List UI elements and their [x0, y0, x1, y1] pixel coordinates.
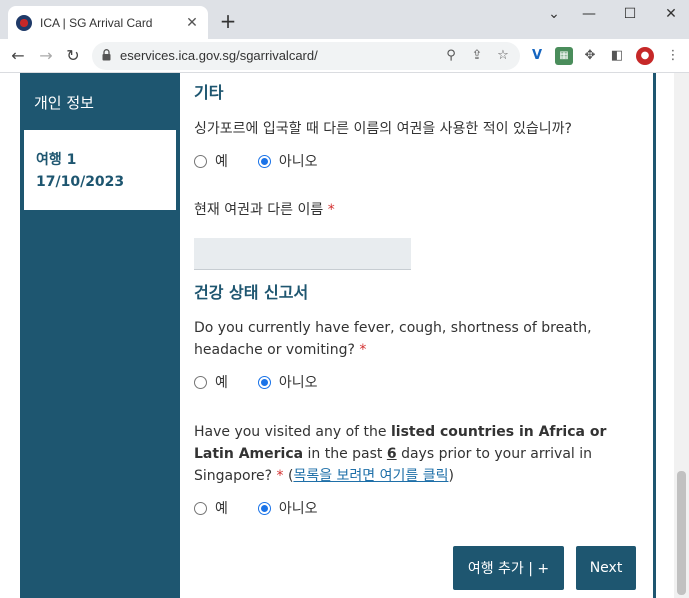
- other-name-label-text: 현재 여권과 다른 이름: [194, 202, 324, 218]
- page: 개인 정보 여행 1 17/10/2023 기타 싱가포르에 입국할 때 다른 …: [0, 73, 689, 598]
- next-button[interactable]: Next: [576, 546, 636, 590]
- health-q2: Have you visited any of the listed count…: [194, 421, 639, 487]
- puzzle-extensions-icon[interactable]: ✥: [581, 47, 599, 65]
- other-name-input[interactable]: [194, 238, 411, 270]
- required-mark: *: [276, 468, 284, 484]
- others-radio-yes-label: 예: [215, 154, 228, 170]
- close-tab-icon[interactable]: ✕: [184, 15, 200, 31]
- profile-avatar-icon[interactable]: ●: [636, 47, 654, 65]
- sheet-extension-icon[interactable]: ▦: [555, 47, 573, 65]
- browser-tabbar: ICA | SG Arrival Card ✕ + ⌄ — ☐ ✕: [0, 0, 689, 39]
- menu-kebab-icon[interactable]: ⋮: [664, 47, 682, 65]
- health-q1-radio-no[interactable]: [257, 375, 271, 389]
- health-q1-radio-yes[interactable]: [194, 375, 207, 389]
- lock-icon: [102, 49, 111, 61]
- health-q1: Do you currently have fever, cough, shor…: [194, 317, 644, 361]
- reload-icon[interactable]: ↻: [61, 44, 85, 68]
- url-text: eservices.ica.gov.sg/sgarrivalcard/: [120, 48, 318, 63]
- health-q2-paren-close: ): [448, 468, 454, 484]
- health-q2-part1: Have you visited any of the: [194, 424, 391, 440]
- others-radio-no-label: 아니오: [278, 154, 318, 170]
- sidebar-trip-label: 여행 1: [36, 152, 77, 168]
- other-name-label: 현재 여권과 다른 이름 *: [194, 199, 335, 221]
- health-q2-radio-yes[interactable]: [194, 501, 207, 515]
- health-q2-days: 6: [386, 446, 397, 462]
- new-tab-button[interactable]: +: [216, 10, 240, 34]
- others-radio-group: 예 아니오: [194, 151, 318, 171]
- health-q2-radio-group: 예 아니오: [194, 498, 318, 518]
- maximize-icon[interactable]: ☐: [610, 0, 650, 30]
- health-heading: 건강 상태 신고서: [194, 283, 309, 302]
- sidebar-item-personal-info[interactable]: 개인 정보: [20, 73, 180, 130]
- tab-title: ICA | SG Arrival Card: [40, 15, 153, 30]
- v-extension-icon[interactable]: V: [528, 47, 546, 65]
- side-panel-icon[interactable]: ◧: [608, 47, 626, 65]
- health-q2-radio-no[interactable]: [257, 501, 271, 515]
- sidebar-item-trip-1[interactable]: 여행 1 17/10/2023: [24, 130, 176, 210]
- sidebar: 개인 정보 여행 1 17/10/2023: [20, 73, 180, 598]
- browser-tab[interactable]: ICA | SG Arrival Card ✕: [8, 6, 208, 39]
- back-arrow-icon[interactable]: ←: [6, 44, 30, 68]
- others-heading: 기타: [194, 83, 224, 102]
- health-q1-radio-yes-label: 예: [215, 375, 228, 391]
- health-q2-radio-yes-label: 예: [215, 501, 228, 517]
- share-icon[interactable]: ⇪: [468, 47, 486, 65]
- bookmark-star-icon[interactable]: ☆: [494, 47, 512, 65]
- zoom-icon[interactable]: ⚲: [442, 47, 460, 65]
- health-q1-radio-no-label: 아니오: [278, 375, 318, 391]
- sidebar-trip-date: 17/10/2023: [36, 174, 125, 190]
- page-scrollbar[interactable]: [674, 73, 689, 598]
- minimize-icon[interactable]: —: [569, 0, 609, 30]
- required-mark: *: [359, 342, 367, 358]
- address-bar[interactable]: eservices.ica.gov.sg/sgarrivalcard/ ⚲ ⇪ …: [92, 42, 520, 70]
- health-q2-part2: in the past: [303, 446, 387, 462]
- add-trip-button[interactable]: 여행 추가 | +: [453, 546, 564, 590]
- country-list-link[interactable]: 목록을 보려면 여기를 클릭: [293, 468, 448, 484]
- health-q2-radio-no-label: 아니오: [278, 501, 318, 517]
- health-q1-radio-group: 예 아니오: [194, 372, 318, 392]
- chevron-down-icon[interactable]: ⌄: [534, 0, 574, 30]
- health-q1-text: Do you currently have fever, cough, shor…: [194, 320, 592, 358]
- forward-arrow-icon[interactable]: →: [34, 44, 58, 68]
- required-mark: *: [327, 202, 335, 218]
- scrollbar-thumb[interactable]: [677, 471, 686, 595]
- browser-toolbar: ← → ↻ eservices.ica.gov.sg/sgarrivalcard…: [0, 39, 689, 73]
- ica-favicon-icon: [16, 14, 32, 31]
- others-radio-no[interactable]: [257, 154, 271, 168]
- content-right-border: [653, 73, 656, 598]
- others-question: 싱가포르에 입국할 때 다른 이름의 여권을 사용한 적이 있습니까?: [194, 121, 572, 137]
- others-radio-yes[interactable]: [194, 154, 207, 168]
- close-window-icon[interactable]: ✕: [651, 0, 689, 30]
